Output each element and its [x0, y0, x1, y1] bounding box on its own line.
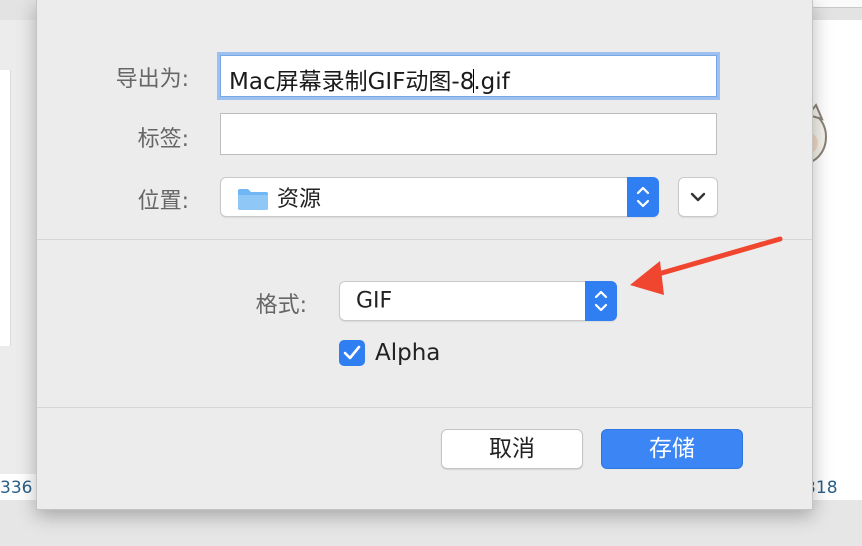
red-arrow-icon	[630, 236, 783, 295]
location-stepper[interactable]	[627, 177, 659, 217]
location-value: 资源	[277, 187, 322, 212]
format-popup[interactable]: GIF	[339, 281, 617, 321]
format-label: 格式:	[255, 293, 307, 318]
export-as-label: 导出为:	[115, 67, 189, 92]
status-value-left: 336	[0, 478, 33, 498]
expand-dialog-button[interactable]	[678, 177, 718, 217]
chevron-down-icon	[690, 192, 706, 202]
folder-icon	[238, 189, 268, 210]
background-left-panel	[0, 70, 11, 346]
screen: 336 8×318 导出为: Mac屏幕录制GIF动图-8.gif 标签: 位置…	[0, 0, 862, 546]
alpha-label[interactable]: Alpha	[375, 340, 440, 366]
checkmark-icon	[343, 345, 361, 360]
cancel-button[interactable]: 取消	[441, 429, 583, 469]
button-divider	[37, 407, 812, 408]
filename-text: Mac屏幕录制GIF动图-8	[229, 69, 475, 95]
tags-label: 标签:	[137, 127, 189, 152]
filename-input[interactable]: Mac屏幕录制GIF动图-8.gif	[220, 55, 717, 97]
alpha-checkbox[interactable]	[339, 340, 365, 366]
location-label: 位置:	[137, 189, 189, 214]
save-button[interactable]: 存储	[601, 429, 743, 469]
filename-extension: .gif	[473, 69, 510, 95]
background-right-panel	[812, 20, 862, 482]
format-value: GIF	[356, 288, 393, 314]
location-popup[interactable]: 资源	[220, 177, 659, 217]
tags-input[interactable]	[220, 113, 717, 155]
up-down-chevron-icon	[636, 186, 650, 208]
